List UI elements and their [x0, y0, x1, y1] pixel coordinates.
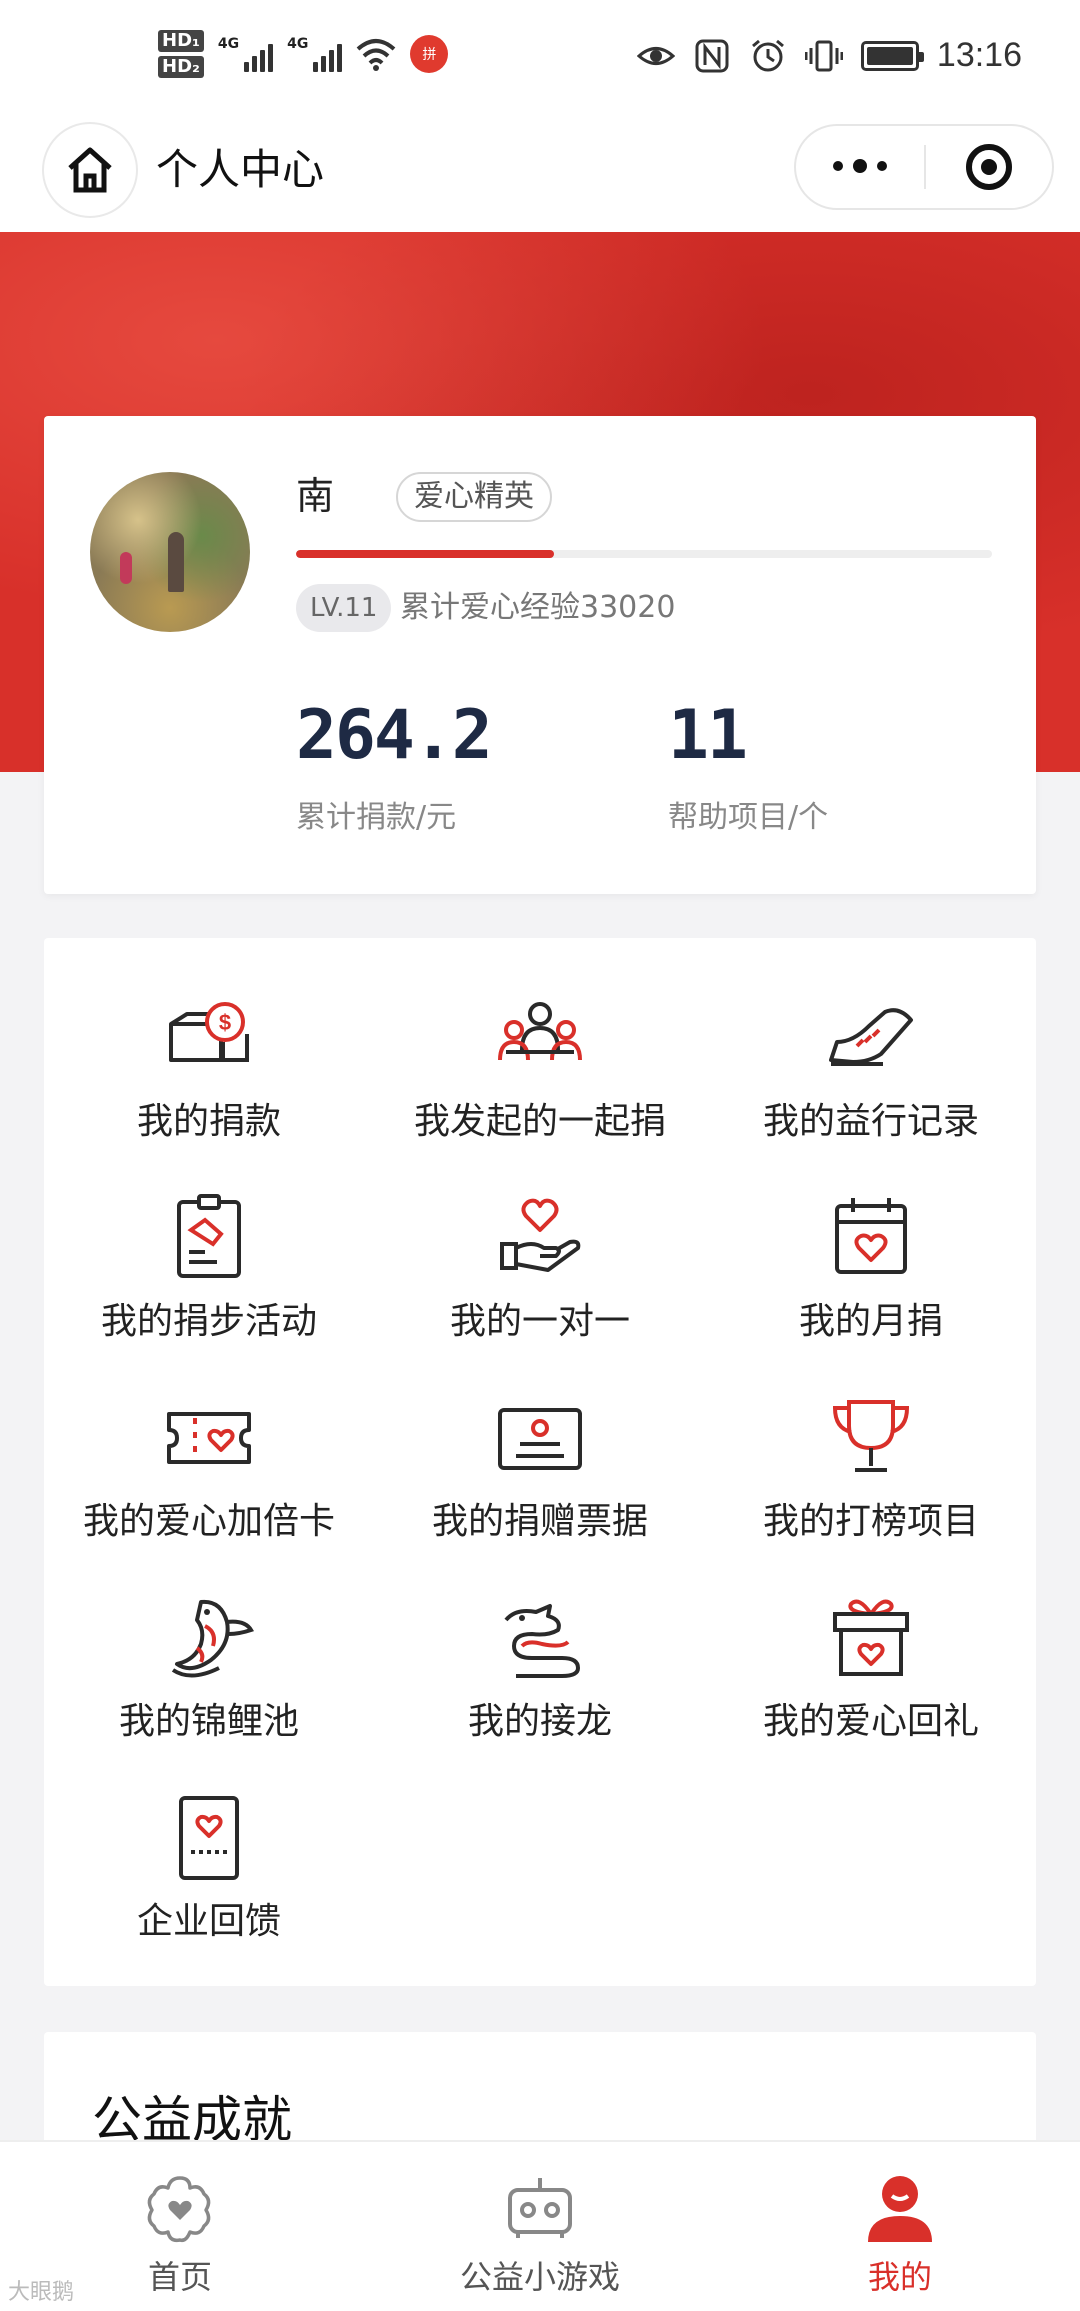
dragon-icon [504, 1604, 580, 1678]
menu-item-label: 我的捐款 [136, 1101, 281, 1142]
profile-card: 南 爱心精英 LV.11 累计爱心经验33020 264.2 累计捐款/元 11… [44, 416, 1036, 894]
donation-label: 累计捐款/元 [296, 800, 457, 835]
more-button[interactable] [796, 159, 924, 173]
tab-home[interactable]: 首页 [80, 2170, 280, 2298]
gift-box-icon [833, 1599, 909, 1676]
signal-icon-1: 4G [217, 36, 274, 72]
trophy-icon [832, 1400, 910, 1472]
level-progress-bar [296, 550, 992, 558]
home-button[interactable] [42, 122, 138, 218]
app-notification-icon: 拼 [410, 35, 449, 73]
menu-item-label: 我的一对一 [449, 1301, 630, 1342]
menu-item-label: 我的接龙 [467, 1701, 612, 1742]
status-right: 13:16 [636, 36, 1022, 75]
home-icon [68, 147, 112, 193]
menu-item-love-gifts[interactable]: 我的爱心回礼 [706, 1590, 1036, 1770]
battery-icon [860, 40, 924, 71]
tab-label: 公益小游戏 [459, 2258, 620, 2296]
clipboard-shoe-icon [177, 1194, 241, 1278]
experience-text: 累计爱心经验33020 [400, 590, 676, 625]
menu-item-label: 我的锦鲤池 [118, 1701, 299, 1742]
menu-item-label: 我的打榜项目 [762, 1501, 979, 1542]
sneaker-icon [829, 1008, 913, 1066]
calendar-heart-icon [835, 1198, 907, 1274]
projects-label: 帮助项目/个 [668, 800, 829, 835]
tab-label: 我的 [867, 2258, 932, 2296]
projects-count[interactable]: 11 [668, 696, 748, 775]
status-left: HD₁ HD₂ 4G 4G 拼 [158, 30, 449, 78]
menu-item-one-to-one[interactable]: 我的一对一 [375, 1190, 705, 1370]
user-icon [868, 2176, 932, 2242]
navigation-bar: 个人中心 [0, 120, 1080, 232]
menu-item-label: 我的爱心加倍卡 [82, 1501, 335, 1542]
hd-indicator: HD₁ HD₂ [158, 30, 204, 78]
menu-item-enterprise-feedback[interactable]: 企业回馈 [44, 1790, 374, 1970]
menu-item-label: 企业回馈 [136, 1901, 281, 1942]
watermark: 大眼鹅 [8, 2280, 75, 2305]
menu-item-donation-receipts[interactable]: 我的捐赠票据 [375, 1390, 705, 1570]
menu-item-label: 我的捐赠票据 [431, 1501, 648, 1542]
menu-item-label: 我的月捐 [798, 1301, 943, 1342]
close-target-icon [965, 144, 1012, 190]
menu-item-my-donations[interactable]: $ 我的捐款 [44, 990, 374, 1170]
page-title: 个人中心 [156, 145, 325, 194]
menu-item-label: 我的爱心回礼 [762, 1701, 979, 1742]
svg-text:$: $ [219, 1010, 231, 1035]
tab-bar: 首页 公益小游戏 我的 [0, 2140, 1080, 2311]
menu-item-step-activities[interactable]: 我的捐步活动 [44, 1190, 374, 1370]
vibrate-icon [804, 40, 843, 71]
menu-item-label: 我发起的一起捐 [413, 1101, 666, 1142]
level-badge: LV.11 [296, 584, 392, 632]
menu-item-relay[interactable]: 我的接龙 [375, 1590, 705, 1770]
ticket-heart-icon [167, 1412, 251, 1464]
certificate-icon [498, 1408, 582, 1470]
koi-fish-icon [171, 1599, 254, 1678]
menu-grid-card: $ 我的捐款 我发起的一起捐 我的益行记录 我的捐步活动 我的一对一 我的月捐 … [44, 938, 1036, 1986]
signal-icon-2: 4G [287, 36, 343, 72]
menu-item-koi-pool[interactable]: 我的锦鲤池 [44, 1590, 374, 1770]
network-label-1: 4G [217, 36, 240, 52]
network-label-2: 4G [287, 36, 309, 52]
card-heart-icon [179, 1796, 239, 1880]
hand-heart-icon [500, 1198, 581, 1272]
username: 南 [296, 474, 335, 518]
alarm-icon [751, 39, 784, 71]
menu-item-walk-records[interactable]: 我的益行记录 [706, 990, 1036, 1170]
mini-program-capsule [794, 124, 1054, 210]
group-people-icon [498, 1002, 582, 1061]
menu-item-label: 我的益行记录 [762, 1101, 979, 1142]
game-controller-icon [508, 2178, 572, 2238]
nfc-icon [695, 39, 729, 72]
wifi-icon [357, 39, 396, 71]
tab-mini-games[interactable]: 公益小游戏 [440, 2170, 640, 2298]
menu-item-label: 我的捐步活动 [100, 1301, 317, 1342]
menu-item-monthly-donations[interactable]: 我的月捐 [706, 1190, 1036, 1370]
menu-item-ranking-projects[interactable]: 我的打榜项目 [706, 1390, 1036, 1570]
tab-mine[interactable]: 我的 [800, 2170, 1000, 2298]
donation-total[interactable]: 264.2 [296, 696, 493, 775]
menu-item-love-double-card[interactable]: 我的爱心加倍卡 [44, 1390, 374, 1570]
tab-label: 首页 [147, 2258, 212, 2296]
flower-heart-icon [147, 2176, 211, 2243]
avatar[interactable] [90, 472, 250, 632]
hd2-label: HD₂ [158, 56, 204, 78]
clock: 13:16 [936, 36, 1022, 74]
status-badge: 爱心精英 [396, 472, 552, 522]
close-button[interactable] [926, 144, 1052, 190]
menu-item-group-donations[interactable]: 我发起的一起捐 [375, 990, 705, 1170]
eye-icon [636, 46, 675, 65]
hd1-label: HD₁ [158, 30, 204, 52]
status-bar: HD₁ HD₂ 4G 4G 拼 13:16 [0, 0, 1080, 120]
donation-box-icon: $ [169, 1002, 249, 1062]
